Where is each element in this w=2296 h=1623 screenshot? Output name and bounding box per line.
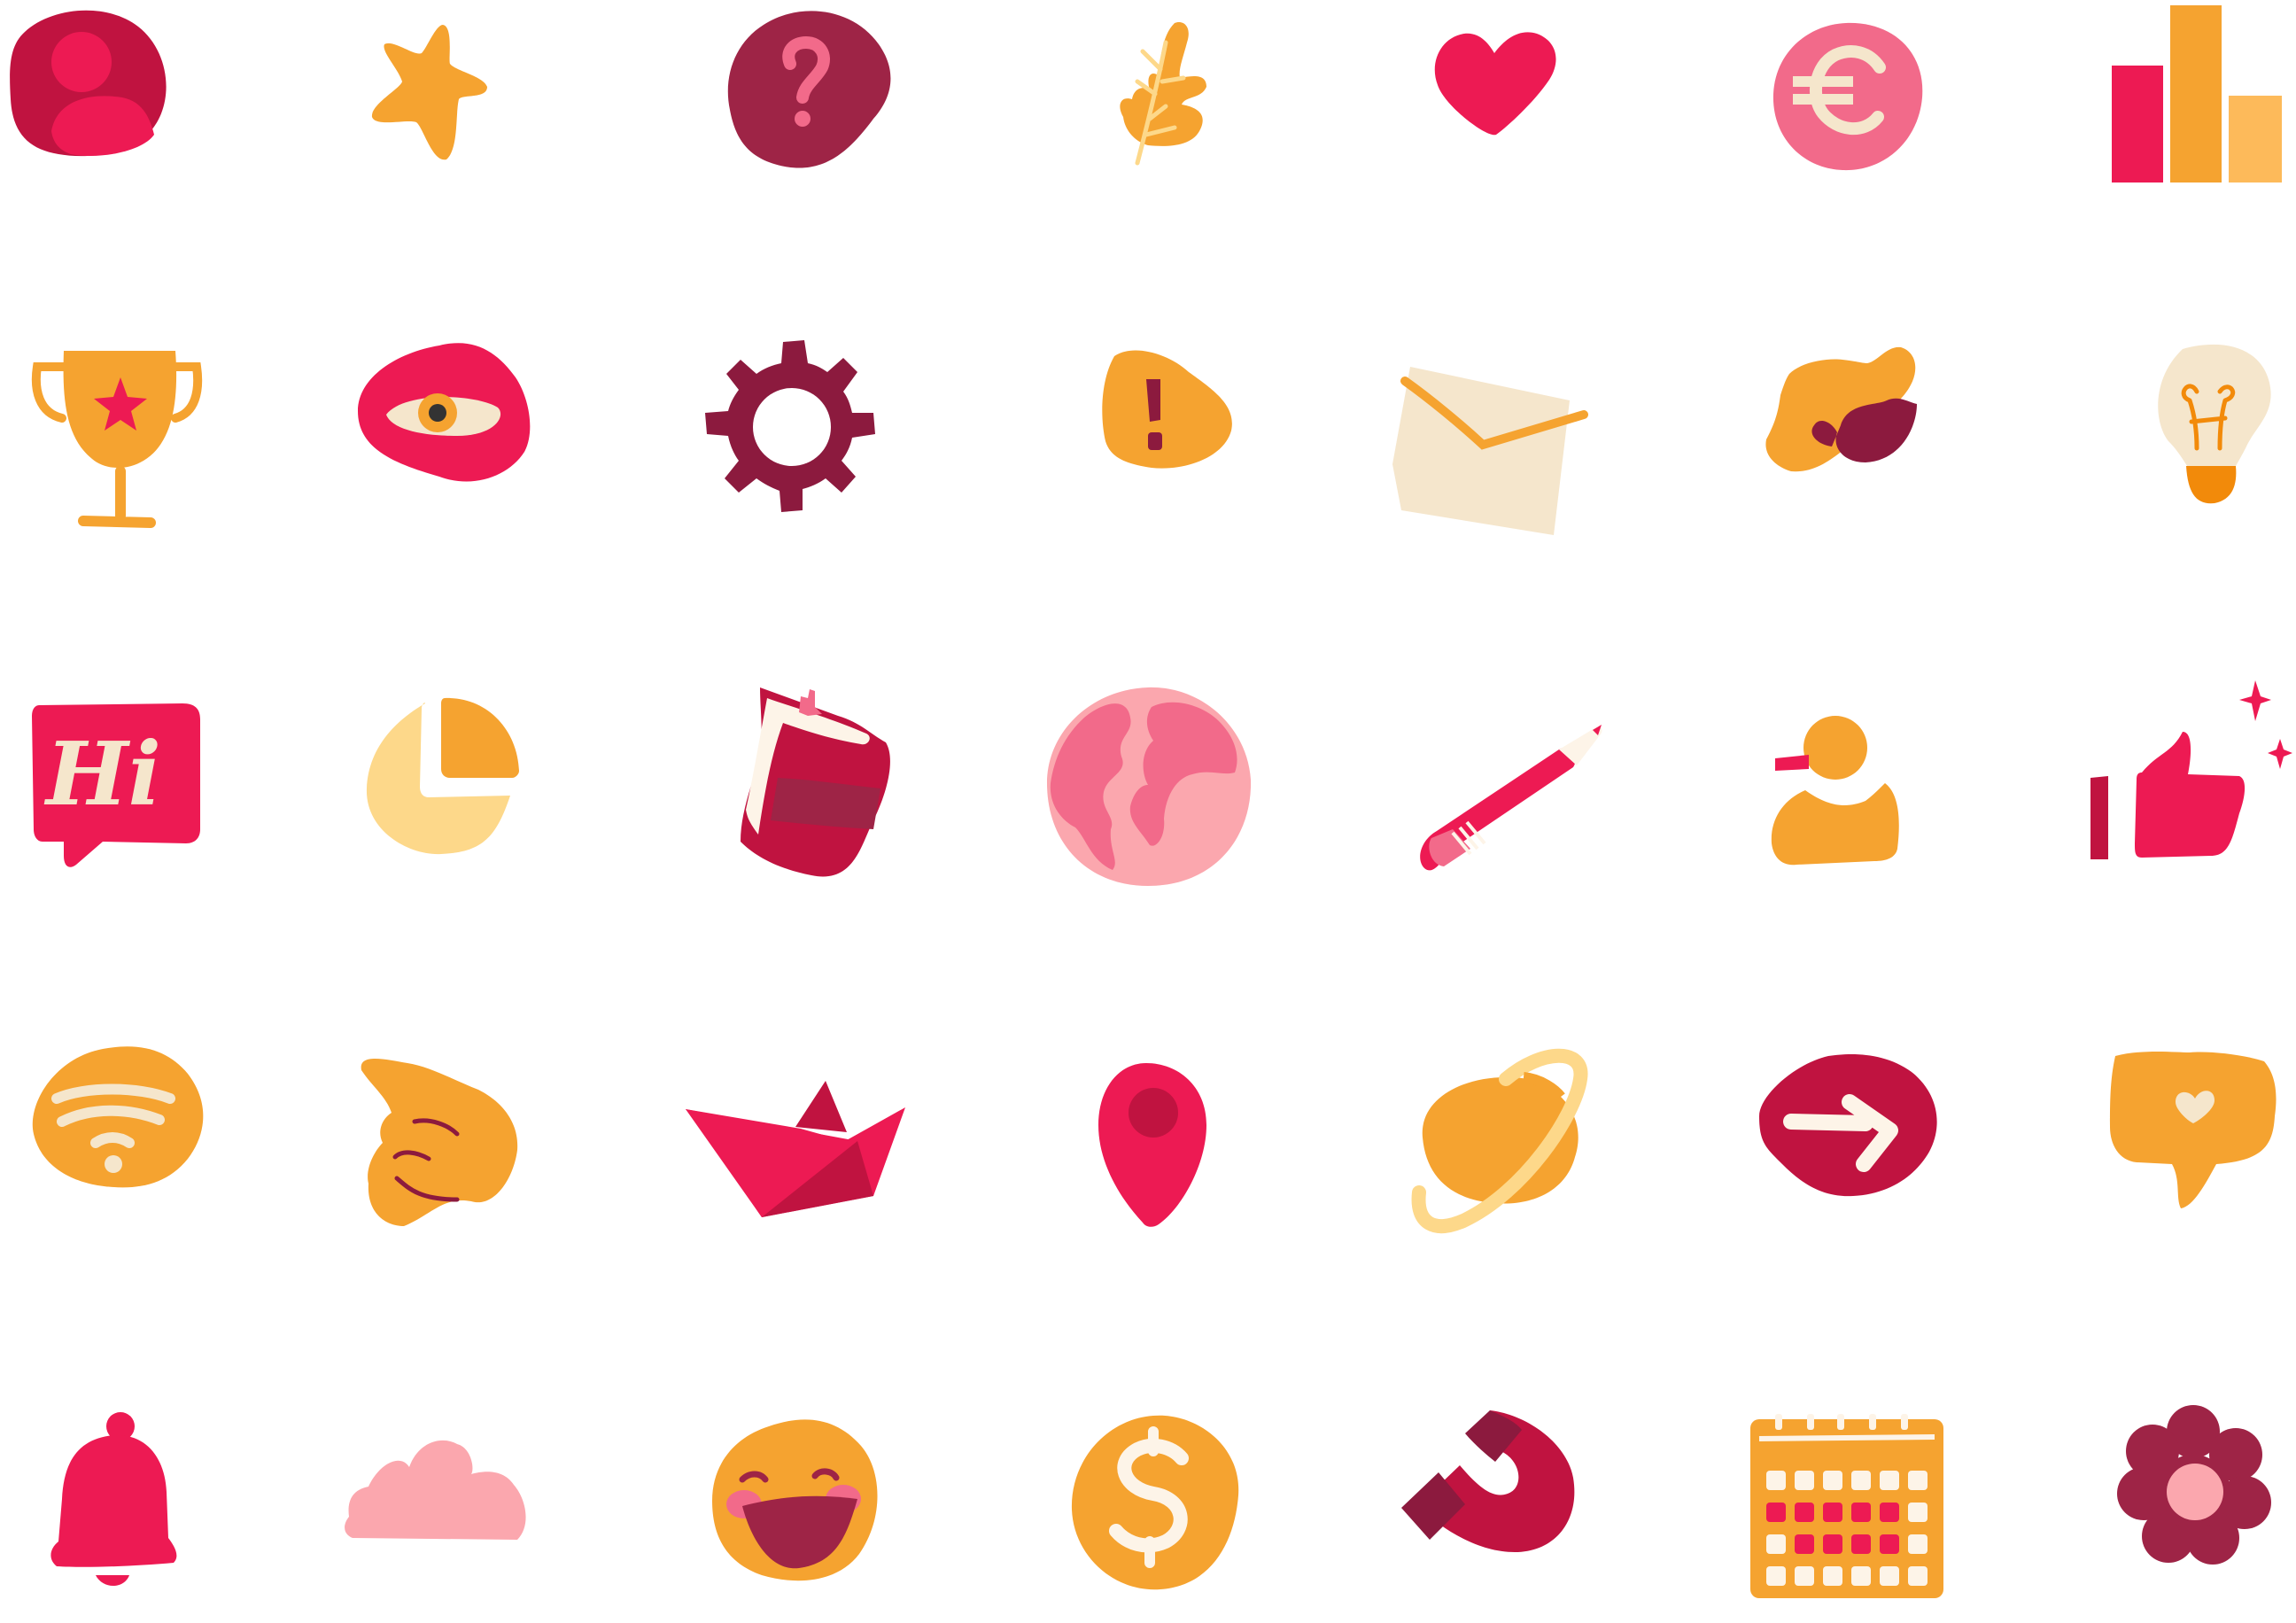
hi-speech-bubble-icon: Hi — [18, 673, 230, 886]
exclamation-glyph: ! — [1047, 313, 1052, 330]
pie-chart-icon — [337, 673, 549, 886]
heart-icon — [1388, 0, 1601, 202]
calendar-icon — [1736, 1407, 1949, 1619]
euro-coin-icon: € — [1740, 0, 1952, 202]
chat-bubbles-icon — [1743, 330, 1956, 542]
thumbs-up-icon — [2087, 666, 2296, 879]
rubber-duck-icon — [1750, 684, 1963, 897]
eye-icon — [342, 326, 555, 539]
pointing-hand-icon — [345, 1028, 558, 1240]
user-avatar-icon — [0, 0, 177, 202]
alert-icon: ! — [1047, 326, 1260, 539]
heart-speech-bubble-icon — [2101, 1038, 2296, 1251]
bar-chart-icon — [2108, 0, 2296, 202]
trophy-icon — [18, 328, 230, 540]
star-icon — [330, 0, 542, 202]
paper-boat-icon — [686, 1063, 905, 1276]
hi-text-1: Hi — [43, 724, 161, 826]
laughing-face-icon — [686, 1403, 898, 1616]
book-icon — [696, 672, 909, 884]
bell-icon — [28, 1407, 241, 1619]
cloud-icon — [330, 1393, 542, 1605]
globe-icon — [1042, 687, 1254, 900]
icon-grid: ? € ! Hi — [0, 0, 2296, 1598]
wifi-icon — [14, 1019, 227, 1231]
envelope-icon — [1382, 328, 1594, 540]
map-pin-icon — [1054, 1054, 1267, 1267]
lightbulb-icon — [2105, 330, 2296, 542]
pencil-icon — [1400, 682, 1612, 895]
magnet-icon — [1391, 1410, 1603, 1623]
leaf-icon — [1051, 0, 1263, 202]
dollar-coin-icon: $ — [1042, 1400, 1254, 1612]
arrow-right-icon — [1740, 1031, 1952, 1244]
gear-icon — [686, 328, 898, 540]
dollar-glyph: $ — [1042, 1386, 1051, 1403]
question-icon: ? — [684, 0, 896, 202]
flower-icon — [2103, 1396, 2296, 1609]
planet-icon — [1400, 1044, 1612, 1256]
